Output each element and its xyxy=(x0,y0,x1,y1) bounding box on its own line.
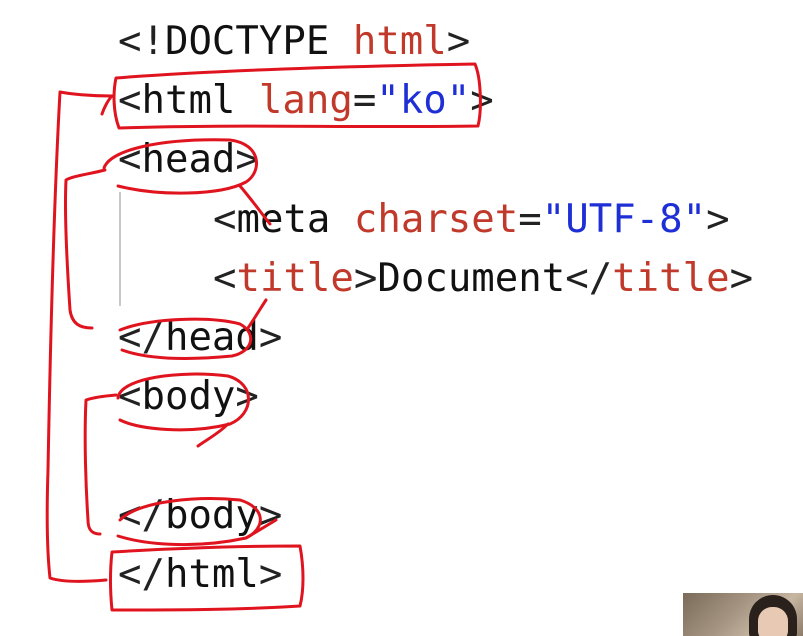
code-line-body-close: </body> xyxy=(118,491,282,541)
code-line-body-open: <body> xyxy=(118,372,259,422)
code-token-punct: < xyxy=(118,137,142,182)
code-line-meta: <meta charset="UTF-8"> xyxy=(213,195,730,245)
code-token-text: body xyxy=(164,493,259,538)
code-token-punct: > xyxy=(446,19,471,64)
code-token-text: html xyxy=(141,78,236,123)
code-token-text: meta xyxy=(236,197,331,242)
code-token-text: DOCTYPE xyxy=(164,19,330,64)
code-token-punct: </ xyxy=(118,552,165,597)
indent-guide xyxy=(119,192,121,306)
code-token-punct: > xyxy=(706,197,730,242)
code-line-html-close: </html> xyxy=(118,550,282,600)
code-token-punct: </ xyxy=(118,493,165,538)
code-line-head-open: <head> xyxy=(118,135,259,185)
code-token-punct: </ xyxy=(118,315,165,360)
code-token-attr: lang xyxy=(258,78,353,123)
webcam-person-face xyxy=(758,607,788,636)
code-token-punct: > xyxy=(729,256,754,301)
code-token-punct: > xyxy=(258,493,283,538)
code-token-punct: = xyxy=(518,197,542,242)
code-token-punct: > xyxy=(235,137,259,182)
code-line-doctype: <!DOCTYPE html> xyxy=(118,17,470,67)
code-token-text: html xyxy=(164,552,259,597)
code-token-punct: > xyxy=(235,374,259,419)
code-token-punct: </ xyxy=(565,256,613,301)
code-line-title: <title>Document</title> xyxy=(213,254,753,304)
code-token-punct: > xyxy=(258,552,283,597)
code-token-punct: > xyxy=(353,256,378,301)
code-token-punct: > xyxy=(258,315,283,360)
code-token-text: head xyxy=(141,137,236,182)
code-token-text: body xyxy=(141,374,236,419)
code-token-punct: <! xyxy=(118,19,165,64)
code-block: <!DOCTYPE html> <html lang="ko"> <head> … xyxy=(0,0,803,636)
code-token-attr: charset xyxy=(353,197,519,242)
code-token-punct: < xyxy=(213,256,237,301)
code-line-html-open: <html lang="ko"> xyxy=(118,76,494,126)
code-token-text: Document xyxy=(377,256,566,301)
code-token-tag: title xyxy=(236,256,354,301)
code-token-str: "UTF-8" xyxy=(541,197,707,242)
slide-canvas: <!DOCTYPE html> <html lang="ko"> <head> … xyxy=(0,0,803,636)
webcam-thumbnail xyxy=(683,593,803,636)
code-token-text: head xyxy=(164,315,259,360)
code-token-punct: > xyxy=(470,78,494,123)
code-token-str: "ko" xyxy=(376,78,471,123)
code-token-tag: title xyxy=(612,256,730,301)
code-token-tag: html xyxy=(352,19,447,64)
code-token-punct: < xyxy=(118,374,142,419)
code-token-punct: < xyxy=(118,78,142,123)
code-line-head-close: </head> xyxy=(118,313,282,363)
code-token-punct: = xyxy=(352,78,377,123)
code-token-punct: < xyxy=(213,197,237,242)
